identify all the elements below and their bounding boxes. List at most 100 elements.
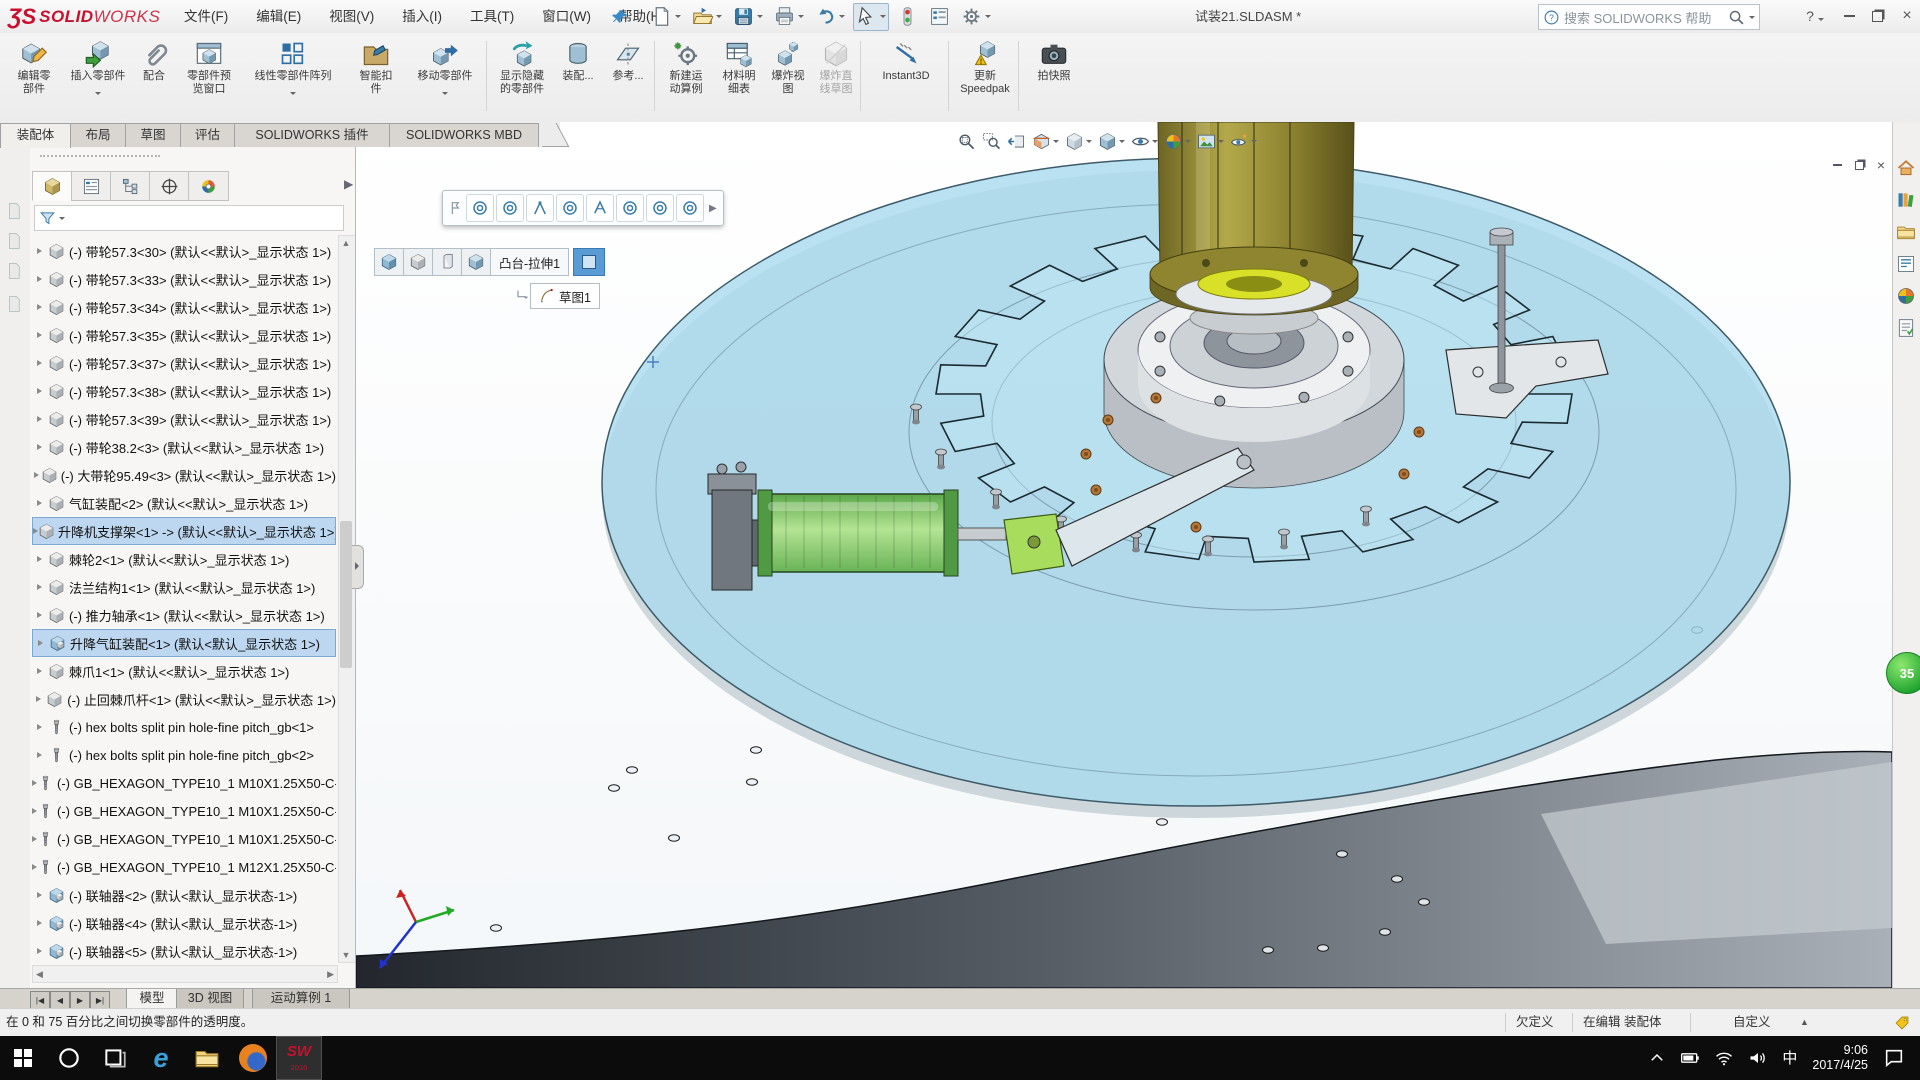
expand-icon[interactable] <box>32 920 46 926</box>
collapsed-panel-icon[interactable] <box>5 262 23 283</box>
expand-icon[interactable] <box>32 752 46 758</box>
tray-action-center-icon[interactable] <box>1883 1047 1905 1069</box>
tree-item[interactable]: 升降机支撑架<1> -> (默认<<默认>_显示状态 1>) <box>32 517 336 545</box>
select-cursor-button[interactable] <box>853 3 889 31</box>
taskpane-file-explorer-button[interactable] <box>1896 222 1916 245</box>
apply-scene-button[interactable] <box>1194 128 1227 154</box>
expand-icon[interactable] <box>32 948 46 954</box>
menu-i[interactable]: 插入(I) <box>388 0 456 33</box>
filter-dropdown-icon[interactable] <box>59 217 65 220</box>
menu-f[interactable]: 文件(F) <box>170 0 242 33</box>
floating-green-badge[interactable]: 35 <box>1886 652 1920 694</box>
expand-icon[interactable] <box>32 276 46 282</box>
tree-item[interactable]: (-) 带轮57.3<39> (默认<<默认>_显示状态 1>) <box>32 405 336 433</box>
commandtab-assembly[interactable]: 装配体 <box>0 123 71 148</box>
ribbon-exploded-view-button[interactable]: 爆炸视图 <box>764 36 812 120</box>
paneltab-displaymanager[interactable] <box>188 171 229 201</box>
doc-minimize-button[interactable] <box>1826 156 1848 174</box>
taskbar-file-explorer-button[interactable] <box>184 1036 230 1080</box>
breadcrumb-part[interactable] <box>403 248 433 276</box>
expand-icon[interactable] <box>33 640 47 646</box>
expand-icon[interactable] <box>32 612 46 618</box>
expand-icon[interactable] <box>32 584 46 590</box>
zoom-fit-button[interactable] <box>954 128 979 154</box>
tree-item[interactable]: 棘爪1<1> (默认<<默认>_显示状态 1>) <box>32 657 336 685</box>
scrollbar-thumb[interactable] <box>340 521 352 668</box>
taskpane-view-palette-button[interactable] <box>1896 254 1916 277</box>
context-more-icon[interactable]: ▶ <box>709 203 717 214</box>
zoom-area-button[interactable] <box>979 128 1004 154</box>
paneltab-propertymanager[interactable] <box>71 171 112 201</box>
tree-item[interactable]: (-) GB_HEXAGON_TYPE10_1 M12X1.25X50-C-N<… <box>32 853 336 881</box>
edit-appearance-button[interactable] <box>1161 128 1194 154</box>
mate-concentric-button[interactable] <box>676 194 704 222</box>
tree-item[interactable]: (-) hex bolts split pin hole-fine pitch_… <box>32 741 336 769</box>
ribbon-new-motion-study-button[interactable]: 新建运动算例 <box>658 36 714 120</box>
view-settings-button[interactable] <box>1227 128 1260 154</box>
tree-item[interactable]: 气缸装配<2> (默认<<默认>_显示状态 1>) <box>32 489 336 517</box>
taskbar-search-button[interactable] <box>46 1036 92 1080</box>
taskbar-start-button[interactable] <box>0 1036 46 1080</box>
commandtab-5[interactable]: SOLIDWORKS MBD <box>389 123 539 147</box>
file-properties-button[interactable] <box>926 3 953 31</box>
print-button[interactable] <box>771 3 807 31</box>
open-button[interactable] <box>689 3 725 31</box>
tray-ime-chinese-icon[interactable]: 中 <box>1782 1051 1797 1066</box>
ribbon-move-component-button[interactable]: 移动零部件 <box>404 36 486 120</box>
expand-icon[interactable] <box>32 332 46 338</box>
panel-drag-handle[interactable] <box>40 155 160 157</box>
tree-item[interactable]: (-) 止回棘爪杆<1> (默认<<默认>_显示状态 1>) <box>32 685 336 713</box>
tree-item[interactable]: (-) 带轮57.3<38> (默认<<默认>_显示状态 1>) <box>32 377 336 405</box>
tree-item[interactable]: (-) 联轴器<5> (默认<默认_显示状态-1>) <box>32 937 336 965</box>
viewtab-0[interactable]: 模型 <box>126 989 178 1009</box>
breadcrumb-feature[interactable] <box>461 248 491 276</box>
graphics-area[interactable]: × ▶ 凸台-拉伸1 草图1 <box>356 122 1892 988</box>
tree-filter[interactable] <box>34 205 344 231</box>
search-dropdown-icon[interactable] <box>1749 16 1755 19</box>
ribbon-take-snapshot-button[interactable]: 拍快照 <box>1022 36 1086 120</box>
taskpane-design-library-button[interactable] <box>1896 190 1916 213</box>
expand-icon[interactable] <box>32 892 46 898</box>
clock[interactable]: 9:062017/4/25 <box>1812 1043 1868 1073</box>
dropdown-icon[interactable] <box>290 92 296 95</box>
section-view-button[interactable] <box>1029 128 1062 154</box>
commandtab-4[interactable]: SOLIDWORKS 插件 <box>234 123 390 147</box>
breadcrumb-feature-label[interactable]: 凸台-拉伸1 <box>490 248 569 276</box>
panel-expand-icon[interactable]: ▶ <box>344 177 353 191</box>
taskbar-firefox-button[interactable] <box>230 1036 276 1080</box>
dropdown-icon[interactable] <box>95 92 101 95</box>
tray-tray-expand-icon[interactable] <box>1648 1049 1666 1067</box>
tree-item[interactable]: (-) 联轴器<4> (默认<默认_显示状态-1>) <box>32 909 336 937</box>
dropdown-icon[interactable] <box>442 92 448 95</box>
ribbon-linear-pattern-button[interactable]: 线性零部件阵列 <box>240 36 346 120</box>
tree-item[interactable]: (-) 带轮57.3<34> (默认<<默认>_显示状态 1>) <box>32 293 336 321</box>
tree-horizontal-scrollbar[interactable]: ◀ ▶ <box>32 965 338 983</box>
menu-t[interactable]: 工具(T) <box>456 0 528 33</box>
ribbon-assembly-features-button[interactable]: 装配... <box>554 36 602 120</box>
search-help-input[interactable]: ? 搜索 SOLIDWORKS 帮助 <box>1538 4 1760 30</box>
menu-v[interactable]: 视图(V) <box>315 0 388 33</box>
expand-icon[interactable] <box>32 724 46 730</box>
new-document-button[interactable] <box>648 3 684 31</box>
doc-restore-button[interactable] <box>1848 156 1870 174</box>
mate-concentric-button[interactable] <box>496 194 524 222</box>
close-button[interactable]: × <box>1894 5 1920 27</box>
tree-item[interactable]: 升降气缸装配<1> (默认<默认_显示状态 1>) <box>32 629 336 657</box>
tree-item[interactable]: (-) GB_HEXAGON_TYPE10_1 M10X1.25X50-C-N<… <box>32 825 336 853</box>
tree-item[interactable]: (-) 带轮57.3<33> (默认<<默认>_显示状态 1>) <box>32 265 336 293</box>
restore-button[interactable] <box>1864 5 1890 27</box>
expand-icon[interactable] <box>32 304 46 310</box>
nav-last-button[interactable]: ▶| <box>90 991 110 1009</box>
tree-item[interactable]: (-) 联轴器<2> (默认<默认_显示状态-1>) <box>32 881 336 909</box>
commandtab-2[interactable]: 草图 <box>125 123 181 147</box>
sketch-item[interactable]: 草图1 <box>530 283 600 309</box>
commandtab-1[interactable]: 布局 <box>70 123 126 147</box>
viewtab-1[interactable]: 3D 视图 <box>176 989 244 1009</box>
ribbon-smart-fasteners-button[interactable]: 智能扣件 <box>348 36 404 120</box>
taskpane-appearances-button[interactable] <box>1896 286 1916 309</box>
mate-angle-button[interactable] <box>586 194 614 222</box>
panel-splitter[interactable] <box>352 545 364 589</box>
collapsed-panel-icon[interactable] <box>5 202 23 223</box>
scroll-right-icon[interactable]: ▶ <box>324 969 337 980</box>
viewtab-2[interactable]: 运动算例 1 <box>252 989 350 1009</box>
